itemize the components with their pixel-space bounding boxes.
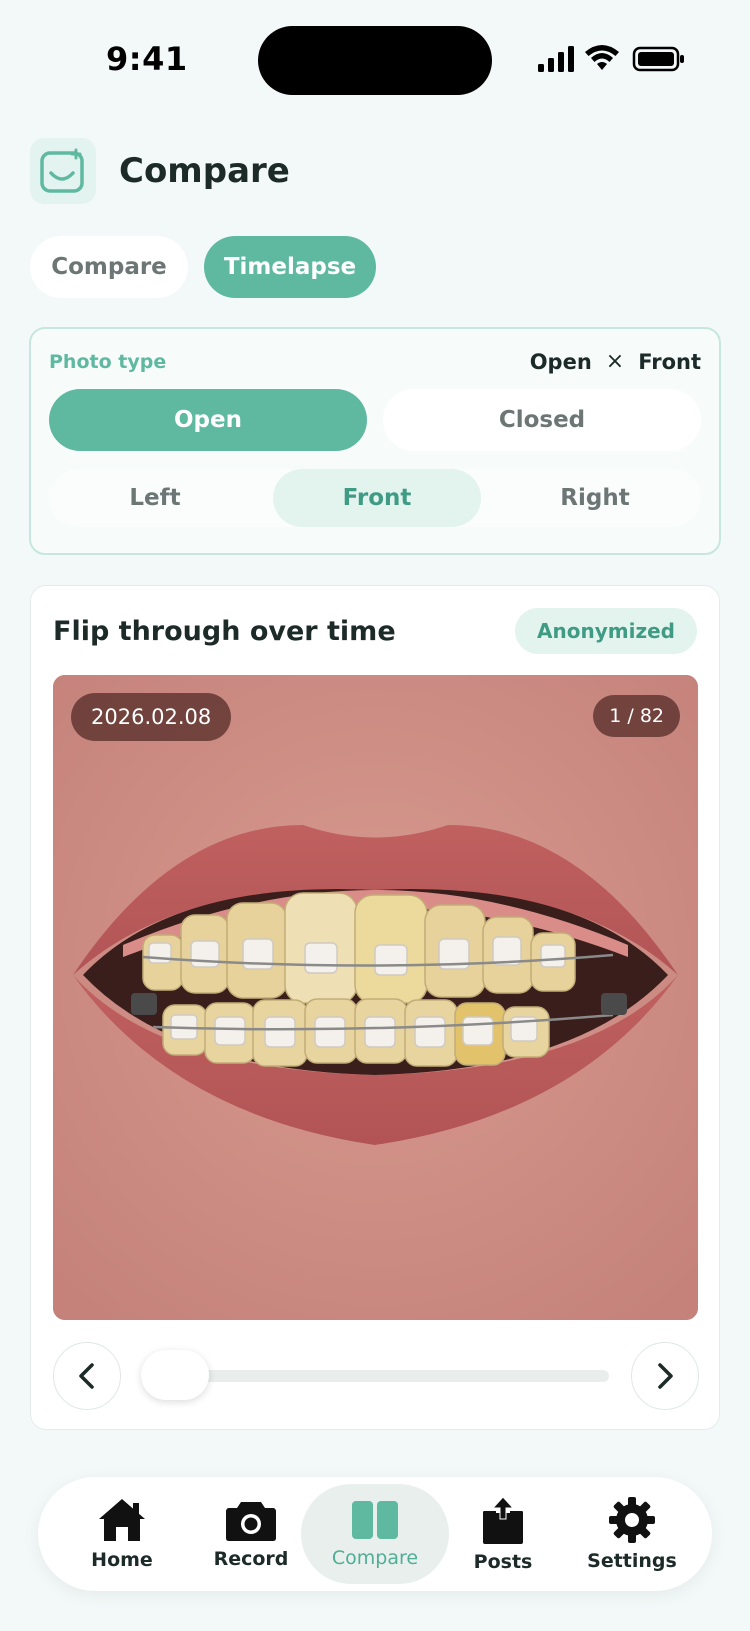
camera-icon	[226, 1502, 276, 1541]
state-open-button[interactable]: Open	[49, 389, 367, 451]
timeline-slider[interactable]	[141, 1350, 609, 1400]
previous-button[interactable]	[53, 1342, 121, 1410]
nav-home-label: Home	[91, 1549, 153, 1571]
view-selector: Left Front Right	[49, 469, 701, 527]
nav-settings-label: Settings	[587, 1550, 677, 1572]
bottom-nav: Home Record Compare Posts Settings	[38, 1477, 712, 1591]
flip-title: Flip through over time	[53, 616, 396, 647]
smile-logo-icon	[40, 148, 84, 193]
status-bar: 9:41	[0, 0, 750, 120]
photo-counter: 1 / 82	[593, 695, 680, 737]
summary-separator: ×	[605, 349, 625, 374]
app-logo	[30, 138, 96, 204]
gear-icon	[609, 1497, 655, 1543]
nav-compare[interactable]: Compare	[301, 1484, 449, 1584]
dynamic-island	[258, 26, 492, 95]
cellular-signal-icon	[538, 46, 574, 72]
status-time: 9:41	[106, 40, 188, 78]
status-icons	[536, 44, 686, 78]
wifi-icon	[585, 45, 619, 70]
nav-home[interactable]: Home	[55, 1477, 189, 1591]
summary-state: Open	[529, 349, 592, 374]
photo-type-label: Photo type	[49, 351, 167, 373]
home-icon	[99, 1499, 145, 1541]
next-button[interactable]	[631, 1342, 699, 1410]
anonymized-badge: Anonymized	[515, 608, 697, 654]
page-title: Compare	[119, 151, 290, 191]
share-icon	[483, 1496, 523, 1544]
nav-posts[interactable]: Posts	[436, 1477, 570, 1591]
compare-icon	[352, 1501, 398, 1539]
battery-icon	[632, 46, 684, 72]
view-front-button[interactable]: Front	[273, 469, 481, 527]
teeth-photo-image	[53, 675, 698, 1320]
summary-view: Front	[638, 349, 701, 374]
tab-compare[interactable]: Compare	[30, 236, 188, 298]
flip-card: Flip through over time Anonymized 2026.0…	[30, 585, 720, 1430]
teeth-photo[interactable]: 2026.02.08 1 / 82	[53, 675, 698, 1320]
nav-record-label: Record	[213, 1548, 289, 1570]
photo-date: 2026.02.08	[71, 693, 232, 741]
chevron-left-icon	[79, 1363, 94, 1389]
slider-thumb[interactable]	[141, 1350, 209, 1400]
state-closed-button[interactable]: Closed	[383, 389, 701, 451]
photo-type-card: Photo type Open × Front Open Closed Left…	[29, 327, 721, 555]
photo-type-summary: Open × Front	[530, 349, 701, 374]
nav-posts-label: Posts	[473, 1551, 533, 1573]
nav-compare-label: Compare	[331, 1547, 419, 1569]
chevron-right-icon	[658, 1363, 673, 1389]
nav-settings[interactable]: Settings	[565, 1477, 699, 1591]
nav-record[interactable]: Record	[184, 1477, 318, 1591]
view-right-button[interactable]: Right	[489, 469, 701, 527]
tab-timelapse[interactable]: Timelapse	[204, 236, 376, 298]
view-left-button[interactable]: Left	[49, 469, 261, 527]
